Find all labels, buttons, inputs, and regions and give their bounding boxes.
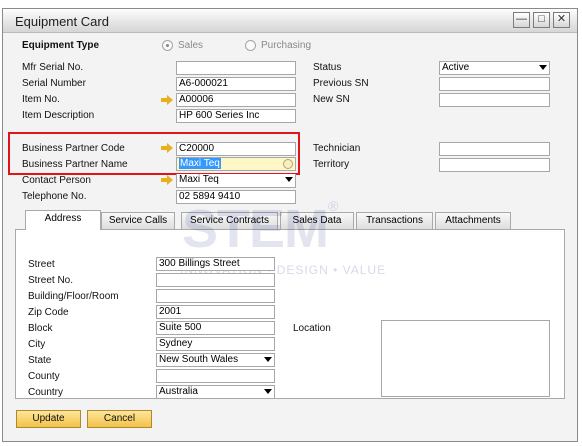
country-select[interactable]: Australia <box>156 385 275 399</box>
chevron-down-icon[interactable] <box>539 65 547 70</box>
location-textarea[interactable] <box>381 320 550 397</box>
cancel-button[interactable]: Cancel <box>87 410 152 428</box>
street-no-input[interactable] <box>156 273 275 287</box>
new-sn-label: New SN <box>313 94 350 105</box>
new-sn-input[interactable] <box>439 93 550 107</box>
watermark-brand: STEM <box>182 199 329 259</box>
state-select[interactable]: New South Wales <box>156 353 275 367</box>
stem-watermark-logo: STEM® <box>182 198 338 259</box>
maximize-icon[interactable]: □ <box>533 12 550 28</box>
equipment-type-label: Equipment Type <box>22 40 100 51</box>
chevron-down-icon[interactable] <box>264 357 272 362</box>
purchasing-radio[interactable] <box>245 40 256 51</box>
city-label: City <box>28 339 46 350</box>
chevron-down-icon[interactable] <box>264 389 272 394</box>
contact-person-value: Maxi Teq <box>179 174 219 185</box>
serial-number-label: Serial Number <box>22 78 86 89</box>
tab-attachments[interactable]: Attachments <box>435 212 511 229</box>
telephone-label: Telephone No. <box>22 191 87 202</box>
tab-transactions[interactable]: Transactions <box>356 212 433 229</box>
title-bar[interactable]: Equipment Card — □ ✕ <box>3 9 577 33</box>
technician-input[interactable] <box>439 142 550 156</box>
status-select[interactable]: Active <box>439 61 550 75</box>
county-label: County <box>28 371 60 382</box>
zip-code-input[interactable]: 2001 <box>156 305 275 319</box>
contact-person-label: Contact Person <box>22 175 91 186</box>
territory-input[interactable] <box>439 158 550 172</box>
technician-label: Technician <box>313 143 361 154</box>
mfr-serial-label: Mfr Serial No. <box>22 62 84 73</box>
country-value: Australia <box>159 386 198 397</box>
county-input[interactable] <box>156 369 275 383</box>
status-label: Status <box>313 62 342 73</box>
window-title: Equipment Card <box>15 14 109 29</box>
close-icon[interactable]: ✕ <box>553 12 570 28</box>
street-input[interactable]: 300 Billings Street <box>156 257 275 271</box>
sales-radio-label: Sales <box>178 40 204 51</box>
state-label: State <box>28 355 52 366</box>
state-value: New South Wales <box>159 354 239 365</box>
location-label: Location <box>293 323 331 334</box>
previous-sn-label: Previous SN <box>313 78 369 89</box>
item-no-label: Item No. <box>22 94 60 105</box>
contact-link-arrow-icon[interactable] <box>161 175 173 185</box>
update-button[interactable]: Update <box>16 410 81 428</box>
country-label: Country <box>28 387 64 398</box>
mfr-serial-input[interactable] <box>176 61 296 75</box>
contact-person-select[interactable]: Maxi Teq <box>176 174 296 188</box>
previous-sn-input[interactable] <box>439 77 550 91</box>
serial-number-input[interactable]: A6-000021 <box>176 77 296 91</box>
street-label: Street <box>28 259 55 270</box>
status-value: Active <box>442 62 470 73</box>
block-input[interactable]: Suite 500 <box>156 321 275 335</box>
city-input[interactable]: Sydney <box>156 337 275 351</box>
minimize-icon[interactable]: — <box>513 12 530 28</box>
chevron-down-icon[interactable] <box>285 177 293 182</box>
item-link-arrow-icon[interactable] <box>161 95 173 105</box>
street-no-label: Street No. <box>28 275 74 286</box>
sales-radio[interactable] <box>162 40 173 51</box>
item-description-input[interactable]: HP 600 Series Inc <box>176 109 296 123</box>
zip-code-label: Zip Code <box>28 307 69 318</box>
item-no-input[interactable]: A00006 <box>176 93 296 107</box>
block-label: Block <box>28 323 53 334</box>
highlight-box <box>8 132 300 175</box>
tab-service-calls[interactable]: Service Calls <box>101 212 175 229</box>
building-input[interactable] <box>156 289 275 303</box>
item-description-label: Item Description <box>22 110 95 121</box>
tab-address[interactable]: Address <box>25 210 101 230</box>
building-label: Building/Floor/Room <box>28 291 119 302</box>
territory-label: Territory <box>313 159 350 170</box>
purchasing-radio-label: Purchasing <box>261 40 312 51</box>
